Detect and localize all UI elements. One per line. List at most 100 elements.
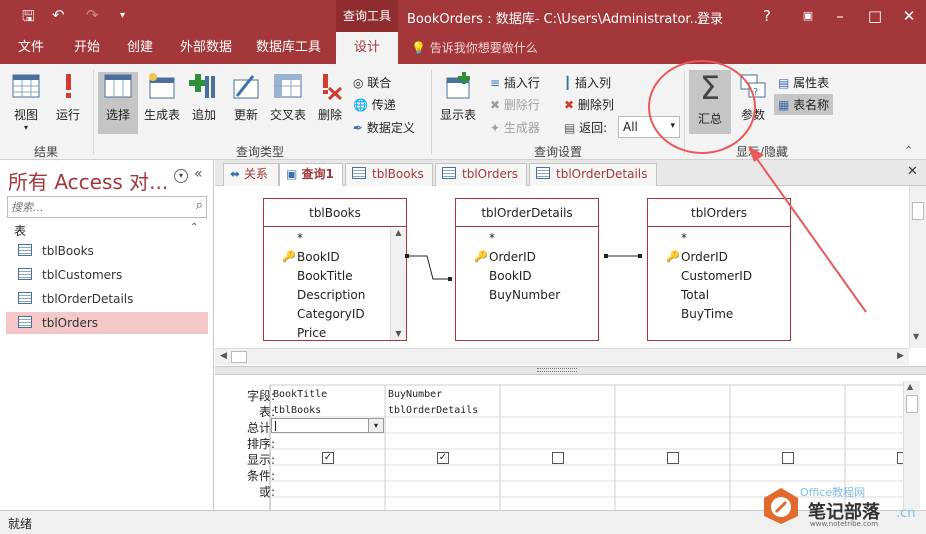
scroll-thumb[interactable] [906, 395, 918, 413]
property-sheet-icon: ▤ [778, 76, 794, 90]
doc-tab-tblOrders[interactable]: tblOrders [435, 163, 527, 186]
design-vertical-scrollbar[interactable]: ▼ [909, 186, 926, 348]
view-label: 视图 [13, 108, 38, 122]
table-icon [18, 244, 32, 256]
doc-tab-tblOrderDetails[interactable]: tblOrderDetails [529, 163, 657, 186]
chevron-down-icon[interactable]: ▾ [368, 419, 383, 432]
insert-rows-button[interactable]: ≡ 插入行 [490, 74, 540, 91]
pane-splitter[interactable] [215, 366, 926, 375]
show-checkbox[interactable] [667, 452, 679, 464]
doc-tab-tblBooks[interactable]: tblBooks [345, 163, 433, 186]
join-line[interactable] [408, 255, 450, 280]
redo-icon[interactable]: ↷ [86, 6, 99, 24]
insert-columns-button[interactable]: ┃ 插入列 [564, 74, 611, 91]
grid-table-cell[interactable]: tblOrderDetails [388, 405, 478, 416]
nav-item-label: tblBooks [42, 244, 94, 258]
search-box: ⌕ [7, 196, 207, 218]
pass-through-label: 传递 [371, 98, 396, 112]
nav-section-tables[interactable]: 表 [14, 222, 26, 239]
delete-query-button[interactable]: 删除 [312, 72, 348, 134]
navigation-pane: 所有 Access 对... ▾ « ⌕ 表 ⌃ tblBooks tblCus… [0, 160, 214, 510]
table-names-button[interactable]: ▦ 表名称 [774, 94, 834, 115]
group-label-results: 结果 [34, 145, 59, 159]
document-tabs: ⬌ 关系 ▣ 查询1 tblBooks tblOrders tblOrderDe… [215, 160, 926, 186]
tab-create[interactable]: 创建 [127, 32, 153, 64]
relationships-icon: ⬌ [230, 167, 244, 181]
grid-table-cell[interactable]: tblBooks [273, 405, 321, 416]
union-button[interactable]: ◎ 联合 [353, 74, 391, 91]
login-link[interactable]: 登录 [697, 8, 723, 27]
design-horizontal-scrollbar[interactable]: ◀ ▶ [215, 348, 909, 365]
collapse-pane-icon[interactable]: « [194, 166, 203, 182]
save-icon[interactable]: 🖫 [22, 6, 35, 31]
make-table-label: 生成表 [143, 108, 180, 122]
show-checkbox[interactable]: ✓ [437, 452, 449, 464]
delete-columns-button[interactable]: ✖ 删除列 [564, 96, 614, 113]
total-dropdown[interactable]: ▾ [271, 418, 384, 433]
close-document-icon[interactable]: ✕ [907, 164, 918, 179]
tab-external-data[interactable]: 外部数据 [180, 32, 232, 64]
view-button[interactable]: 视图 ▾ [6, 72, 46, 136]
chevron-down-icon[interactable]: ▾ [174, 169, 188, 183]
property-sheet-label: 属性表 [793, 76, 830, 90]
search-input[interactable] [8, 197, 186, 217]
scroll-thumb[interactable] [231, 351, 247, 363]
delete-icon [323, 74, 343, 100]
select-query-button[interactable]: 选择 [98, 72, 138, 134]
help-button[interactable]: ? [752, 4, 782, 28]
nav-item-tblCustomers[interactable]: tblCustomers [6, 264, 208, 286]
append-button[interactable]: 追加 [186, 72, 222, 134]
builder-button[interactable]: ✦ 生成器 [490, 119, 540, 136]
scroll-thumb[interactable] [912, 202, 924, 220]
scroll-left-icon[interactable]: ◀ [220, 351, 227, 361]
tell-me-box[interactable]: 💡 告诉我你想要做什么 [411, 32, 538, 64]
data-definition-label: 数据定义 [366, 121, 415, 135]
show-checkbox[interactable] [782, 452, 794, 464]
table-icon [442, 167, 456, 179]
doc-tab-label: 关系 [243, 167, 268, 181]
table-names-icon: ▦ [778, 98, 794, 112]
crosstab-button[interactable]: 交叉表 [266, 72, 310, 134]
collapse-section-icon[interactable]: ⌃ [190, 222, 198, 233]
scroll-up-icon[interactable]: ▲ [907, 382, 913, 391]
ribbon-display-icon[interactable]: ▣ [793, 4, 823, 28]
delete-rows-button[interactable]: ✖ 删除行 [490, 96, 540, 113]
property-sheet-button[interactable]: ▤ 属性表 [778, 74, 829, 91]
undo-icon[interactable]: ↶ [52, 6, 65, 24]
nav-item-tblOrderDetails[interactable]: tblOrderDetails [6, 288, 208, 310]
status-text: 就绪 [8, 517, 33, 531]
nav-item-tblOrders[interactable]: tblOrders [6, 312, 208, 334]
data-definition-button[interactable]: ✒ 数据定义 [353, 119, 415, 136]
search-icon[interactable]: ⌕ [196, 198, 203, 213]
return-icon: ▤ [564, 121, 580, 135]
show-checkbox[interactable]: ✓ [322, 452, 334, 464]
maximize-icon[interactable]: □ [860, 4, 890, 28]
tab-home[interactable]: 开始 [74, 32, 100, 64]
query-design-surface: tblBooks * 🔑 BookID BookTitle Descriptio… [215, 186, 926, 366]
tab-database-tools[interactable]: 数据库工具 [256, 32, 321, 64]
customize-qat-icon[interactable]: ▾ [120, 10, 125, 21]
run-button[interactable]: 运行 [50, 72, 86, 136]
minimize-icon[interactable]: – [825, 4, 855, 28]
grid-field-cell[interactable]: BookTitle [273, 389, 327, 400]
scroll-right-icon[interactable]: ▶ [897, 351, 904, 361]
splitter-grip [537, 368, 577, 372]
show-checkbox[interactable] [552, 452, 564, 464]
scroll-down-icon[interactable]: ▼ [913, 332, 919, 341]
show-table-label: 显示表 [439, 108, 476, 122]
doc-tab-query1[interactable]: ▣ 查询1 [279, 163, 343, 186]
builder-icon: ✦ [490, 121, 504, 135]
doc-tab-relationships[interactable]: ⬌ 关系 [223, 163, 279, 186]
tab-design[interactable]: 设计 [336, 32, 398, 64]
close-icon[interactable]: ✕ [894, 4, 924, 28]
pass-through-button[interactable]: 🌐 传递 [353, 96, 396, 113]
nav-item-tblBooks[interactable]: tblBooks [6, 240, 208, 262]
make-table-button[interactable]: 生成表 [140, 72, 184, 134]
update-button[interactable]: 更新 [228, 72, 264, 134]
nav-pane-title[interactable]: 所有 Access 对... [8, 166, 168, 195]
collapse-ribbon-icon[interactable]: ⌃ [904, 144, 913, 157]
delete-columns-icon: ✖ [564, 98, 578, 112]
grid-field-cell[interactable]: BuyNumber [388, 389, 442, 400]
tab-file[interactable]: 文件 [18, 32, 44, 64]
show-table-button[interactable]: 显示表 [436, 72, 480, 134]
